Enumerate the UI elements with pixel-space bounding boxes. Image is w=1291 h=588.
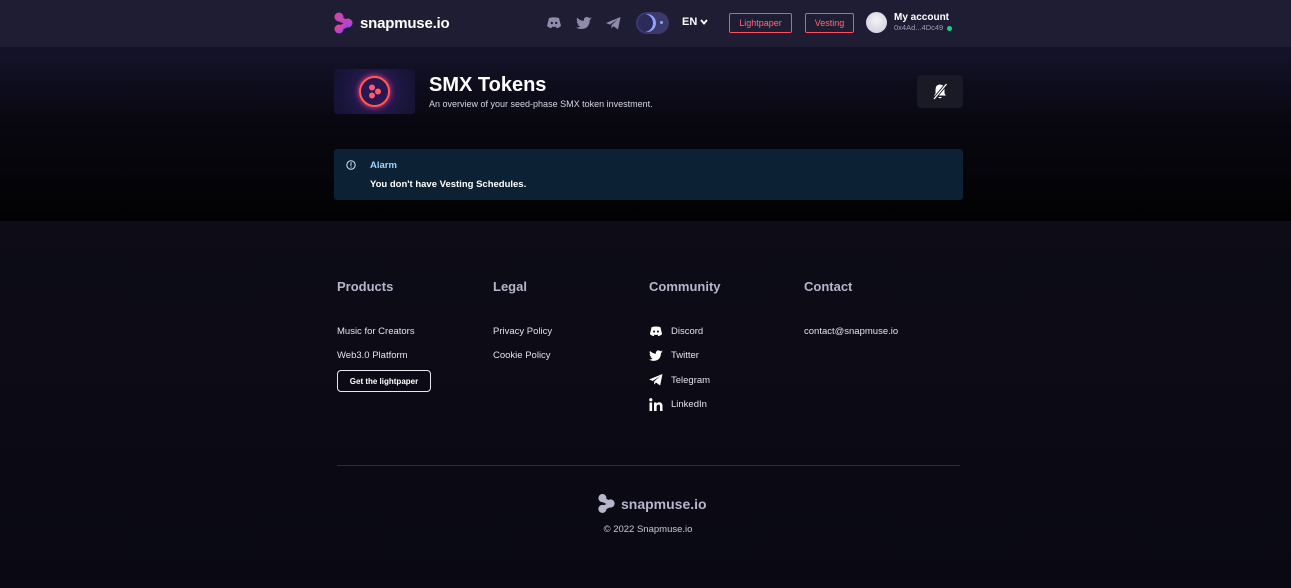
- bell-off-icon: [932, 83, 948, 100]
- discord-icon[interactable]: [545, 14, 563, 32]
- account-menu[interactable]: My account 0x4Ad...4Dc49: [866, 12, 953, 33]
- footer-heading: Contact: [804, 279, 853, 294]
- alarm-message: You don't have Vesting Schedules.: [370, 179, 527, 190]
- page-hero: SMX Tokens An overview of your seed-phas…: [0, 47, 1291, 221]
- footer-column-products: Products Music for Creators Web3.0 Platf…: [337, 279, 431, 392]
- footer-link-discord[interactable]: Discord: [649, 319, 721, 344]
- snapmuse-logo-icon: [598, 494, 615, 513]
- account-title: My account: [894, 12, 950, 23]
- discord-icon: [649, 326, 663, 337]
- footer-link-linkedin[interactable]: LinkedIn: [649, 393, 721, 418]
- chevron-down-icon: [700, 19, 708, 25]
- footer-link-twitter[interactable]: Twitter: [649, 344, 721, 369]
- footer-brand-name: snapmuse.io: [621, 495, 707, 512]
- get-lightpaper-button[interactable]: Get the lightpaper: [337, 370, 431, 392]
- copyright-text: © 2022 Snapmuse.io: [603, 524, 693, 535]
- smx-token-image: [334, 69, 415, 114]
- theme-toggle[interactable]: [636, 12, 669, 34]
- footer-heading: Products: [337, 279, 394, 294]
- language-selector[interactable]: EN: [682, 16, 708, 28]
- online-status-dot: [947, 25, 953, 31]
- moon-icon: [638, 14, 656, 32]
- lightpaper-button[interactable]: Lightpaper: [729, 13, 792, 33]
- footer-link-cookie-policy[interactable]: Cookie Policy: [493, 344, 552, 369]
- vesting-button[interactable]: Vesting: [805, 13, 854, 33]
- language-label: EN: [682, 16, 698, 28]
- snapmuse-logo-icon: [334, 12, 353, 34]
- brand-name: snapmuse.io: [360, 14, 450, 32]
- page-subtitle: An overview of your seed-phase SMX token…: [429, 99, 653, 109]
- alarm-banner: Alarm You don't have Vesting Schedules.: [334, 149, 963, 200]
- footer-column-legal: Legal Privacy Policy Cookie Policy: [493, 279, 552, 368]
- twitter-icon: [649, 350, 663, 362]
- brand-logo[interactable]: snapmuse.io: [333, 12, 450, 34]
- alarm-title: Alarm: [370, 160, 397, 171]
- footer-link-privacy-policy[interactable]: Privacy Policy: [493, 319, 552, 344]
- footer-column-contact: Contact contact@snapmuse.io: [804, 279, 898, 344]
- footer-link-label: Twitter: [671, 350, 699, 362]
- top-navbar: snapmuse.io EN Lightpaper Vesting My acc…: [0, 0, 1291, 47]
- linkedin-icon: [649, 398, 663, 412]
- twitter-icon[interactable]: [575, 14, 593, 32]
- footer-divider: [337, 465, 960, 466]
- wallet-address: 0x4Ad...4Dc49: [894, 23, 944, 32]
- page-title: SMX Tokens: [429, 74, 547, 96]
- footer-brand-logo[interactable]: snapmuse.io: [597, 493, 707, 514]
- footer-column-community: Community Discord Twitter Telegram Linke…: [649, 279, 721, 417]
- telegram-icon[interactable]: [604, 14, 622, 32]
- token-logo-icon: [359, 76, 390, 107]
- telegram-icon: [649, 374, 663, 386]
- footer-link-label: Discord: [671, 325, 704, 337]
- footer-link-music-for-creators[interactable]: Music for Creators: [337, 319, 431, 344]
- footer-link-contact-email[interactable]: contact@snapmuse.io: [804, 319, 898, 344]
- info-icon: [346, 160, 356, 170]
- avatar: [866, 12, 887, 33]
- footer-link-telegram[interactable]: Telegram: [649, 368, 721, 393]
- footer-heading: Legal: [493, 279, 527, 294]
- stars-icon: [660, 21, 663, 24]
- footer-link-label: LinkedIn: [671, 399, 707, 411]
- page-footer: Products Music for Creators Web3.0 Platf…: [0, 221, 1291, 588]
- footer-link-web3-platform[interactable]: Web3.0 Platform: [337, 344, 431, 369]
- footer-heading: Community: [649, 279, 721, 294]
- notifications-toggle-button[interactable]: [917, 75, 963, 108]
- footer-link-label: Telegram: [671, 374, 711, 386]
